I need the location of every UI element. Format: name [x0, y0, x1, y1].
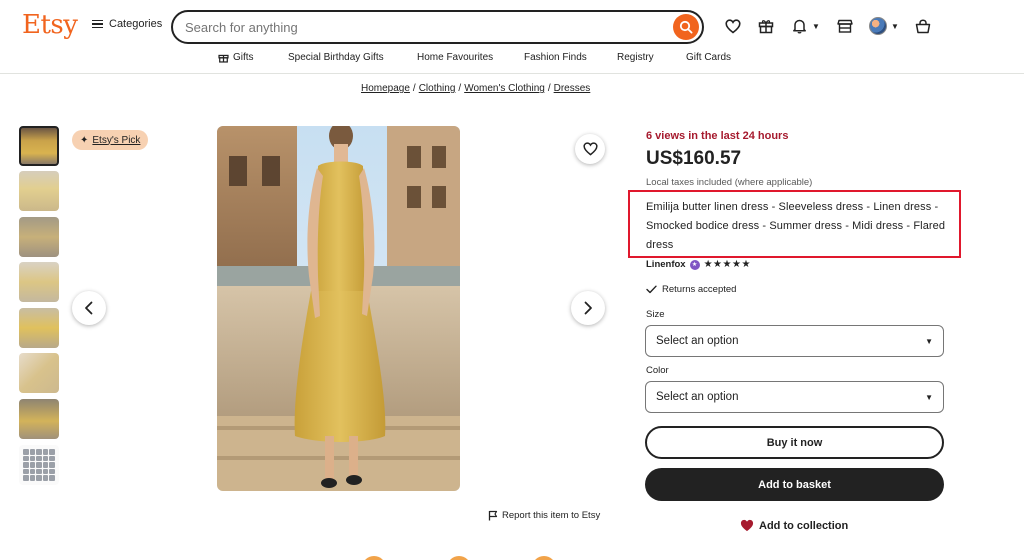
categories-label: Categories	[109, 18, 163, 30]
gallery-thumbnail-color-swatches[interactable]	[19, 445, 59, 485]
nav-item-gift-cards[interactable]: Gift Cards	[686, 52, 731, 63]
breadcrumb: Homepage / Clothing / Women's Clothing / Dress…	[361, 83, 590, 94]
breadcrumb-separator: /	[547, 83, 551, 94]
size-select[interactable]: Select an option ▼	[645, 325, 944, 357]
color-select[interactable]: Select an option ▼	[645, 381, 944, 413]
highlight-icon	[447, 556, 471, 560]
search-icon	[679, 20, 693, 34]
report-item-label: Report this item to Etsy	[502, 510, 601, 521]
chevron-down-icon: ▼	[891, 22, 899, 31]
nav-item-registry[interactable]: Registry	[617, 52, 654, 63]
flag-icon	[488, 510, 498, 521]
next-image-button[interactable]	[571, 291, 605, 325]
views-count: 6 views in the last 24 hours	[646, 130, 789, 142]
gallery-thumbnail[interactable]	[19, 217, 59, 257]
chevron-down-icon: ▼	[925, 392, 933, 402]
etsy-logo[interactable]: Etsy	[22, 10, 78, 40]
add-to-basket-button[interactable]: Add to basket	[645, 468, 944, 501]
breadcrumb-dresses[interactable]: Dresses	[554, 83, 591, 94]
shop-manager-button[interactable]	[836, 17, 854, 35]
gallery-thumbnail[interactable]	[19, 262, 59, 302]
star-seller-icon: ★	[689, 259, 700, 270]
heart-icon	[582, 142, 598, 156]
breadcrumb-separator: /	[412, 83, 416, 94]
main-product-image[interactable]	[217, 126, 460, 491]
breadcrumb-separator: /	[458, 83, 462, 94]
shop-icon	[837, 19, 853, 33]
search-button[interactable]	[673, 14, 699, 40]
site-header: Etsy Categories ▼	[0, 0, 1024, 52]
buy-it-now-button[interactable]: Buy it now	[645, 426, 944, 459]
gift-mode-button[interactable]	[757, 17, 775, 35]
listing-title: Emilija butter linen dress - Sleeveless …	[646, 201, 946, 251]
notifications-button[interactable]	[790, 17, 808, 35]
add-to-collection-button[interactable]: Add to collection	[740, 519, 848, 532]
avatar[interactable]	[869, 17, 887, 35]
basket-button[interactable]	[914, 17, 932, 35]
breadcrumb-clothing[interactable]: Clothing	[419, 83, 456, 94]
dress-photo	[217, 126, 460, 491]
returns-label: Returns accepted	[662, 284, 737, 295]
gallery-thumbnail[interactable]	[19, 171, 59, 211]
nav-item-label: Gifts	[233, 52, 254, 63]
nav-item-home-favourites[interactable]: Home Favourites	[417, 52, 493, 63]
favourite-item-button[interactable]	[575, 134, 605, 164]
highlight-icon	[362, 556, 386, 560]
gallery-thumbnail[interactable]	[19, 126, 59, 166]
sparkle-icon: ✦	[80, 134, 89, 146]
breadcrumb-womens-clothing[interactable]: Women's Clothing	[464, 83, 545, 94]
price: US$160.57	[646, 148, 742, 169]
chevron-down-icon: ▼	[925, 336, 933, 346]
previous-image-button[interactable]	[72, 291, 106, 325]
favourites-button[interactable]	[724, 17, 742, 35]
add-to-collection-label: Add to collection	[759, 519, 849, 532]
search-input[interactable]	[185, 18, 665, 36]
highlight-icon	[532, 556, 556, 560]
shop-info: Linenfox ★ ★★★★★	[646, 259, 751, 270]
gallery-thumbnail[interactable]	[19, 308, 59, 348]
hamburger-icon	[92, 19, 103, 29]
gift-icon	[758, 20, 774, 34]
nav-item-fashion-finds[interactable]: Fashion Finds	[524, 52, 587, 63]
chevron-down-icon: ▼	[812, 22, 820, 31]
gift-icon	[218, 54, 229, 63]
nav-item-special-birthday-gifts[interactable]: Special Birthday Gifts	[288, 52, 384, 63]
nav-item-gifts[interactable]: Gifts	[218, 52, 254, 63]
tax-note: Local taxes included (where applicable)	[646, 177, 813, 188]
categories-button[interactable]: Categories	[92, 18, 162, 30]
shop-name-link[interactable]: Linenfox	[646, 259, 686, 270]
checkmark-icon	[646, 285, 657, 294]
chevron-left-icon	[85, 301, 93, 315]
size-select-value: Select an option	[656, 335, 739, 347]
gallery-thumbnail[interactable]	[19, 399, 59, 439]
breadcrumb-homepage[interactable]: Homepage	[361, 83, 410, 94]
basket-icon	[915, 18, 931, 33]
report-item-link[interactable]: Report this item to Etsy	[488, 510, 600, 521]
bell-icon	[792, 19, 806, 34]
etsys-pick-badge[interactable]: ✦ Etsy's Pick	[72, 130, 149, 150]
category-nav: Gifts Special Birthday Gifts Home Favour…	[0, 50, 1024, 74]
size-label: Size	[646, 309, 665, 320]
color-label: Color	[646, 365, 669, 376]
etsys-pick-label: Etsy's Pick	[92, 134, 141, 146]
color-select-value: Select an option	[656, 391, 739, 403]
chevron-right-icon	[584, 301, 592, 315]
rating-stars[interactable]: ★★★★★	[704, 259, 751, 270]
returns-info: Returns accepted	[646, 284, 736, 295]
heart-filled-icon	[740, 519, 754, 532]
gallery-thumbnail[interactable]	[19, 353, 59, 393]
heart-icon	[725, 18, 741, 34]
search-bar	[171, 10, 704, 44]
